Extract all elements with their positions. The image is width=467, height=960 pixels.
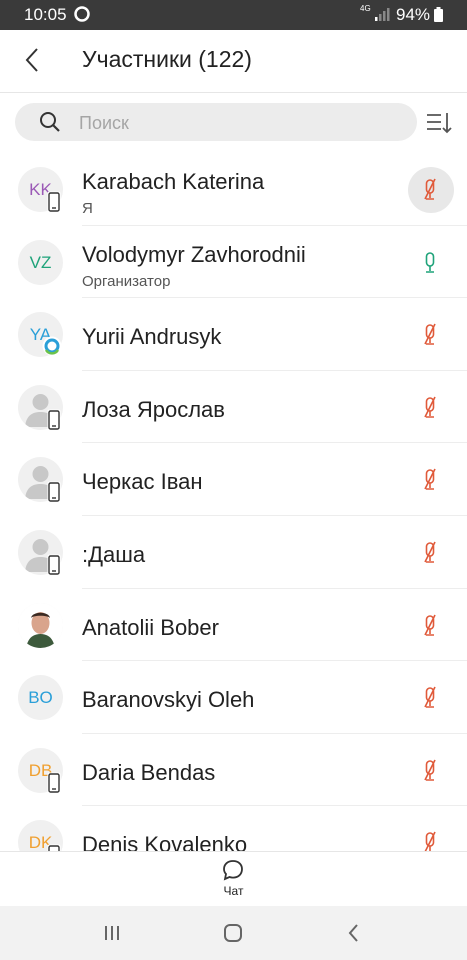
mobile-device-icon xyxy=(47,481,61,503)
battery-icon xyxy=(434,7,443,22)
participant-name: Baranovskyi Oleh xyxy=(82,687,255,713)
participant-name: Лоза Ярослав xyxy=(82,396,225,422)
bottom-bar: Чат xyxy=(0,851,467,907)
search-placeholder: Поиск xyxy=(79,113,129,133)
search-input[interactable]: Поиск xyxy=(15,103,417,141)
participant-name: Черкас Іван xyxy=(82,469,203,495)
mic-muted-icon[interactable] xyxy=(414,830,446,851)
signal-icon xyxy=(375,8,390,21)
mic-muted-icon[interactable] xyxy=(414,540,446,566)
search-icon xyxy=(40,112,60,132)
mic-muted-icon[interactable] xyxy=(414,395,446,421)
mic-muted-icon[interactable] xyxy=(414,613,446,639)
mic-muted-icon[interactable] xyxy=(414,758,446,784)
chat-label[interactable]: Чат xyxy=(0,884,467,898)
mic-muted-icon[interactable] xyxy=(414,685,446,711)
profile-photo xyxy=(18,602,63,648)
back-nav-icon[interactable] xyxy=(342,921,366,945)
participant-name: Anatolii Bober xyxy=(82,614,219,640)
avatar: VZ xyxy=(18,239,63,285)
mic-muted-icon[interactable] xyxy=(414,177,446,203)
search-section: Поиск xyxy=(0,93,467,153)
mobile-device-icon xyxy=(47,409,61,431)
avatar xyxy=(18,602,63,648)
participant-row[interactable]: Anatolii Bober xyxy=(0,589,467,662)
participant-row[interactable]: YA Yurii Andrusyk xyxy=(0,298,467,371)
participant-name: Daria Bendas xyxy=(82,759,216,785)
mic-muted-icon[interactable] xyxy=(414,322,446,348)
home-icon[interactable] xyxy=(221,921,245,945)
participant-name: Volodymyr Zavhorodnii xyxy=(82,241,306,267)
mic-icon[interactable] xyxy=(414,250,446,276)
participant-row[interactable]: :Даша xyxy=(0,516,467,589)
status-time: 10:05 xyxy=(24,5,67,24)
mobile-device-icon xyxy=(47,191,61,213)
participant-row[interactable]: BO Baranovskyi Oleh xyxy=(0,661,467,734)
participant-role: Организатор xyxy=(82,272,171,290)
mic-muted-icon[interactable] xyxy=(414,467,446,493)
recent-apps-icon[interactable] xyxy=(100,921,124,945)
avatar-initials: VZ xyxy=(29,252,52,272)
mobile-device-icon xyxy=(47,844,61,851)
mobile-device-icon xyxy=(47,772,61,794)
participant-name: :Даша xyxy=(82,541,146,567)
participant-name: Karabach Katerina xyxy=(82,169,265,194)
network-type: 4G xyxy=(360,4,371,13)
back-icon[interactable] xyxy=(20,46,44,74)
participant-list[interactable]: KK Karabach Katerina Я VZ Volodymyr Zavh… xyxy=(0,153,467,851)
participant-name: Yurii Andrusyk xyxy=(82,324,222,350)
app-client-icon xyxy=(42,336,62,356)
participant-row[interactable]: DB Daria Bendas xyxy=(0,734,467,807)
participant-role: Я xyxy=(82,200,93,217)
participant-row[interactable]: Лоза Ярослав xyxy=(0,371,467,444)
status-bar: 10:05 4G 94% xyxy=(0,0,467,30)
avatar-initials: BO xyxy=(28,688,53,708)
participant-name: Denis Kovalenko xyxy=(82,832,248,851)
participant-row[interactable]: DK Denis Kovalenko xyxy=(0,806,467,851)
participant-row[interactable]: Черкас Іван xyxy=(0,443,467,516)
page-title: Участники (122) xyxy=(82,46,252,72)
mobile-device-icon xyxy=(47,554,61,576)
system-nav-bar xyxy=(0,906,467,960)
participant-row[interactable]: VZ Volodymyr Zavhorodnii Организатор xyxy=(0,226,467,299)
battery-level: 94% xyxy=(396,5,431,24)
participant-row[interactable]: KK Karabach Katerina Я xyxy=(0,153,467,226)
chat-icon[interactable] xyxy=(221,858,245,882)
header: Участники (122) xyxy=(0,30,467,93)
avatar: BO xyxy=(18,675,63,721)
sync-icon xyxy=(74,6,90,22)
sort-icon[interactable] xyxy=(424,109,452,137)
